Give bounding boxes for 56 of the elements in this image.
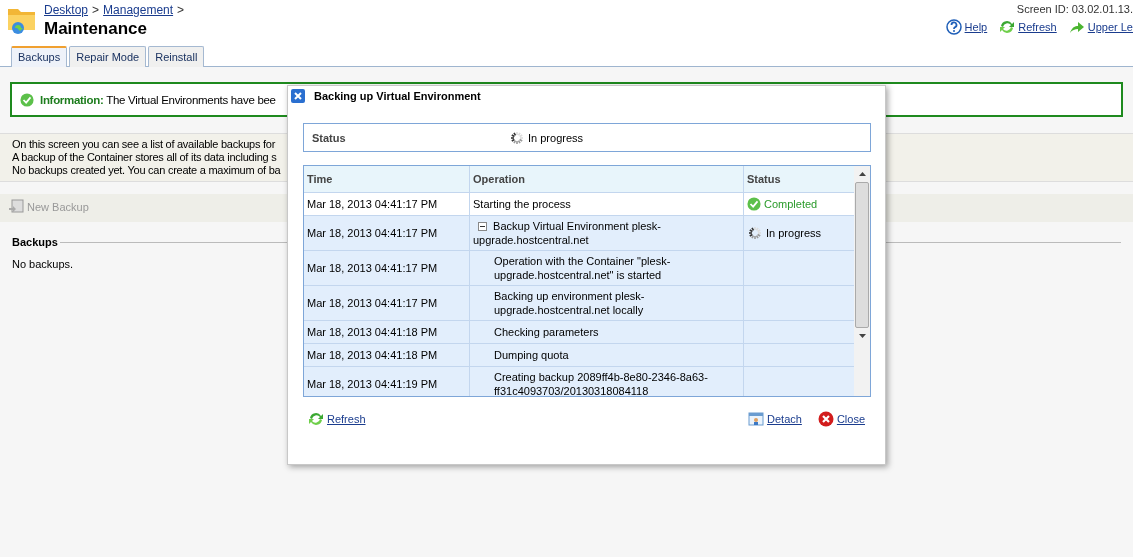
- help-icon: [945, 19, 962, 35]
- check-icon: [747, 197, 761, 211]
- collapse-icon[interactable]: [478, 222, 487, 231]
- table-cell-text: Creating backup 2089ff4b-8e80-2346-8a63-ff31c4093703/20130318084118: [493, 370, 709, 396]
- table-cell: Mar 18, 2013 04:41:17 PM: [304, 193, 470, 215]
- breadcrumb-link[interactable]: Management: [103, 3, 174, 17]
- empty-text: No backups.: [12, 258, 74, 270]
- table-cell-text: Checking parameters: [493, 325, 599, 339]
- refresh-icon: [308, 411, 324, 427]
- header-link[interactable]: Upper Le: [1087, 21, 1133, 33]
- table-cell: Mar 18, 2013 04:41:18 PM: [304, 344, 470, 366]
- status-text: Completed: [764, 197, 818, 211]
- breadcrumb-separator: >: [92, 3, 100, 17]
- table-cell-text: Backing up environment plesk-upgrade.hostcentral.net locally: [493, 289, 646, 317]
- table-cell: Starting the process: [473, 197, 571, 211]
- refresh-icon: [999, 19, 1016, 35]
- breadcrumb-separator: >: [177, 3, 185, 17]
- dialog-link[interactable]: Refresh: [327, 413, 366, 425]
- window-icon: [748, 411, 764, 427]
- table-cell: Mar 18, 2013 04:41:17 PM: [304, 286, 470, 320]
- page-title: Maintenance: [44, 19, 148, 39]
- spinner-icon: [509, 129, 525, 146]
- close-icon: [817, 411, 834, 427]
- spinner-icon: [747, 225, 763, 241]
- up-arrow-icon: [1068, 19, 1085, 35]
- table-cell-text: Backup Virtual Environment plesk-upgrade.hostcentral.net: [473, 219, 662, 247]
- column-header: Operation: [470, 166, 744, 192]
- column-header: Time: [304, 166, 470, 192]
- table-cell: Mar 18, 2013 04:41:19 PM: [304, 367, 470, 396]
- table-cell: Mar 18, 2013 04:41:18 PM: [304, 321, 470, 343]
- header-link[interactable]: Help: [964, 21, 988, 33]
- table-cell-text: Dumping quota: [493, 348, 569, 362]
- description-text: No backups created yet. You can create a maximum of ba: [12, 164, 281, 177]
- dialog-link[interactable]: Detach: [767, 413, 802, 425]
- section-title: Backups: [12, 236, 58, 248]
- table-cell-text: Operation with the Container "plesk-upgrade.hostcentral.net" is started: [493, 254, 672, 282]
- tab[interactable]: Repair Mode: [69, 46, 147, 67]
- dialog-link[interactable]: Close: [836, 413, 865, 425]
- breadcrumb-link[interactable]: Desktop: [44, 3, 89, 17]
- info-text: Information: The Virtual Environments have bee: [40, 93, 276, 106]
- table-cell: Mar 18, 2013 04:41:17 PM: [304, 216, 470, 250]
- tab[interactable]: Reinstall: [148, 46, 205, 67]
- tab[interactable]: Backups: [11, 46, 68, 67]
- table-cell: Mar 18, 2013 04:41:17 PM: [304, 251, 470, 285]
- description-text: A backup of the Container stores all of its data including s: [12, 151, 277, 164]
- status-text: In progress: [766, 226, 822, 240]
- description-text: On this screen you can see a list of available backups for: [12, 138, 276, 151]
- check-icon: [20, 92, 34, 107]
- header-link[interactable]: Refresh: [1018, 21, 1057, 33]
- close-icon[interactable]: [291, 89, 305, 103]
- dialog-title: Backing up Virtual Environment: [314, 90, 481, 102]
- screen-id: Screen ID: 03.02.01.13.: [1015, 3, 1133, 15]
- column-header: Status: [746, 172, 782, 187]
- status-text: In progress: [528, 131, 584, 144]
- status-label: Status: [311, 131, 347, 144]
- scrollbar[interactable]: [854, 166, 870, 396]
